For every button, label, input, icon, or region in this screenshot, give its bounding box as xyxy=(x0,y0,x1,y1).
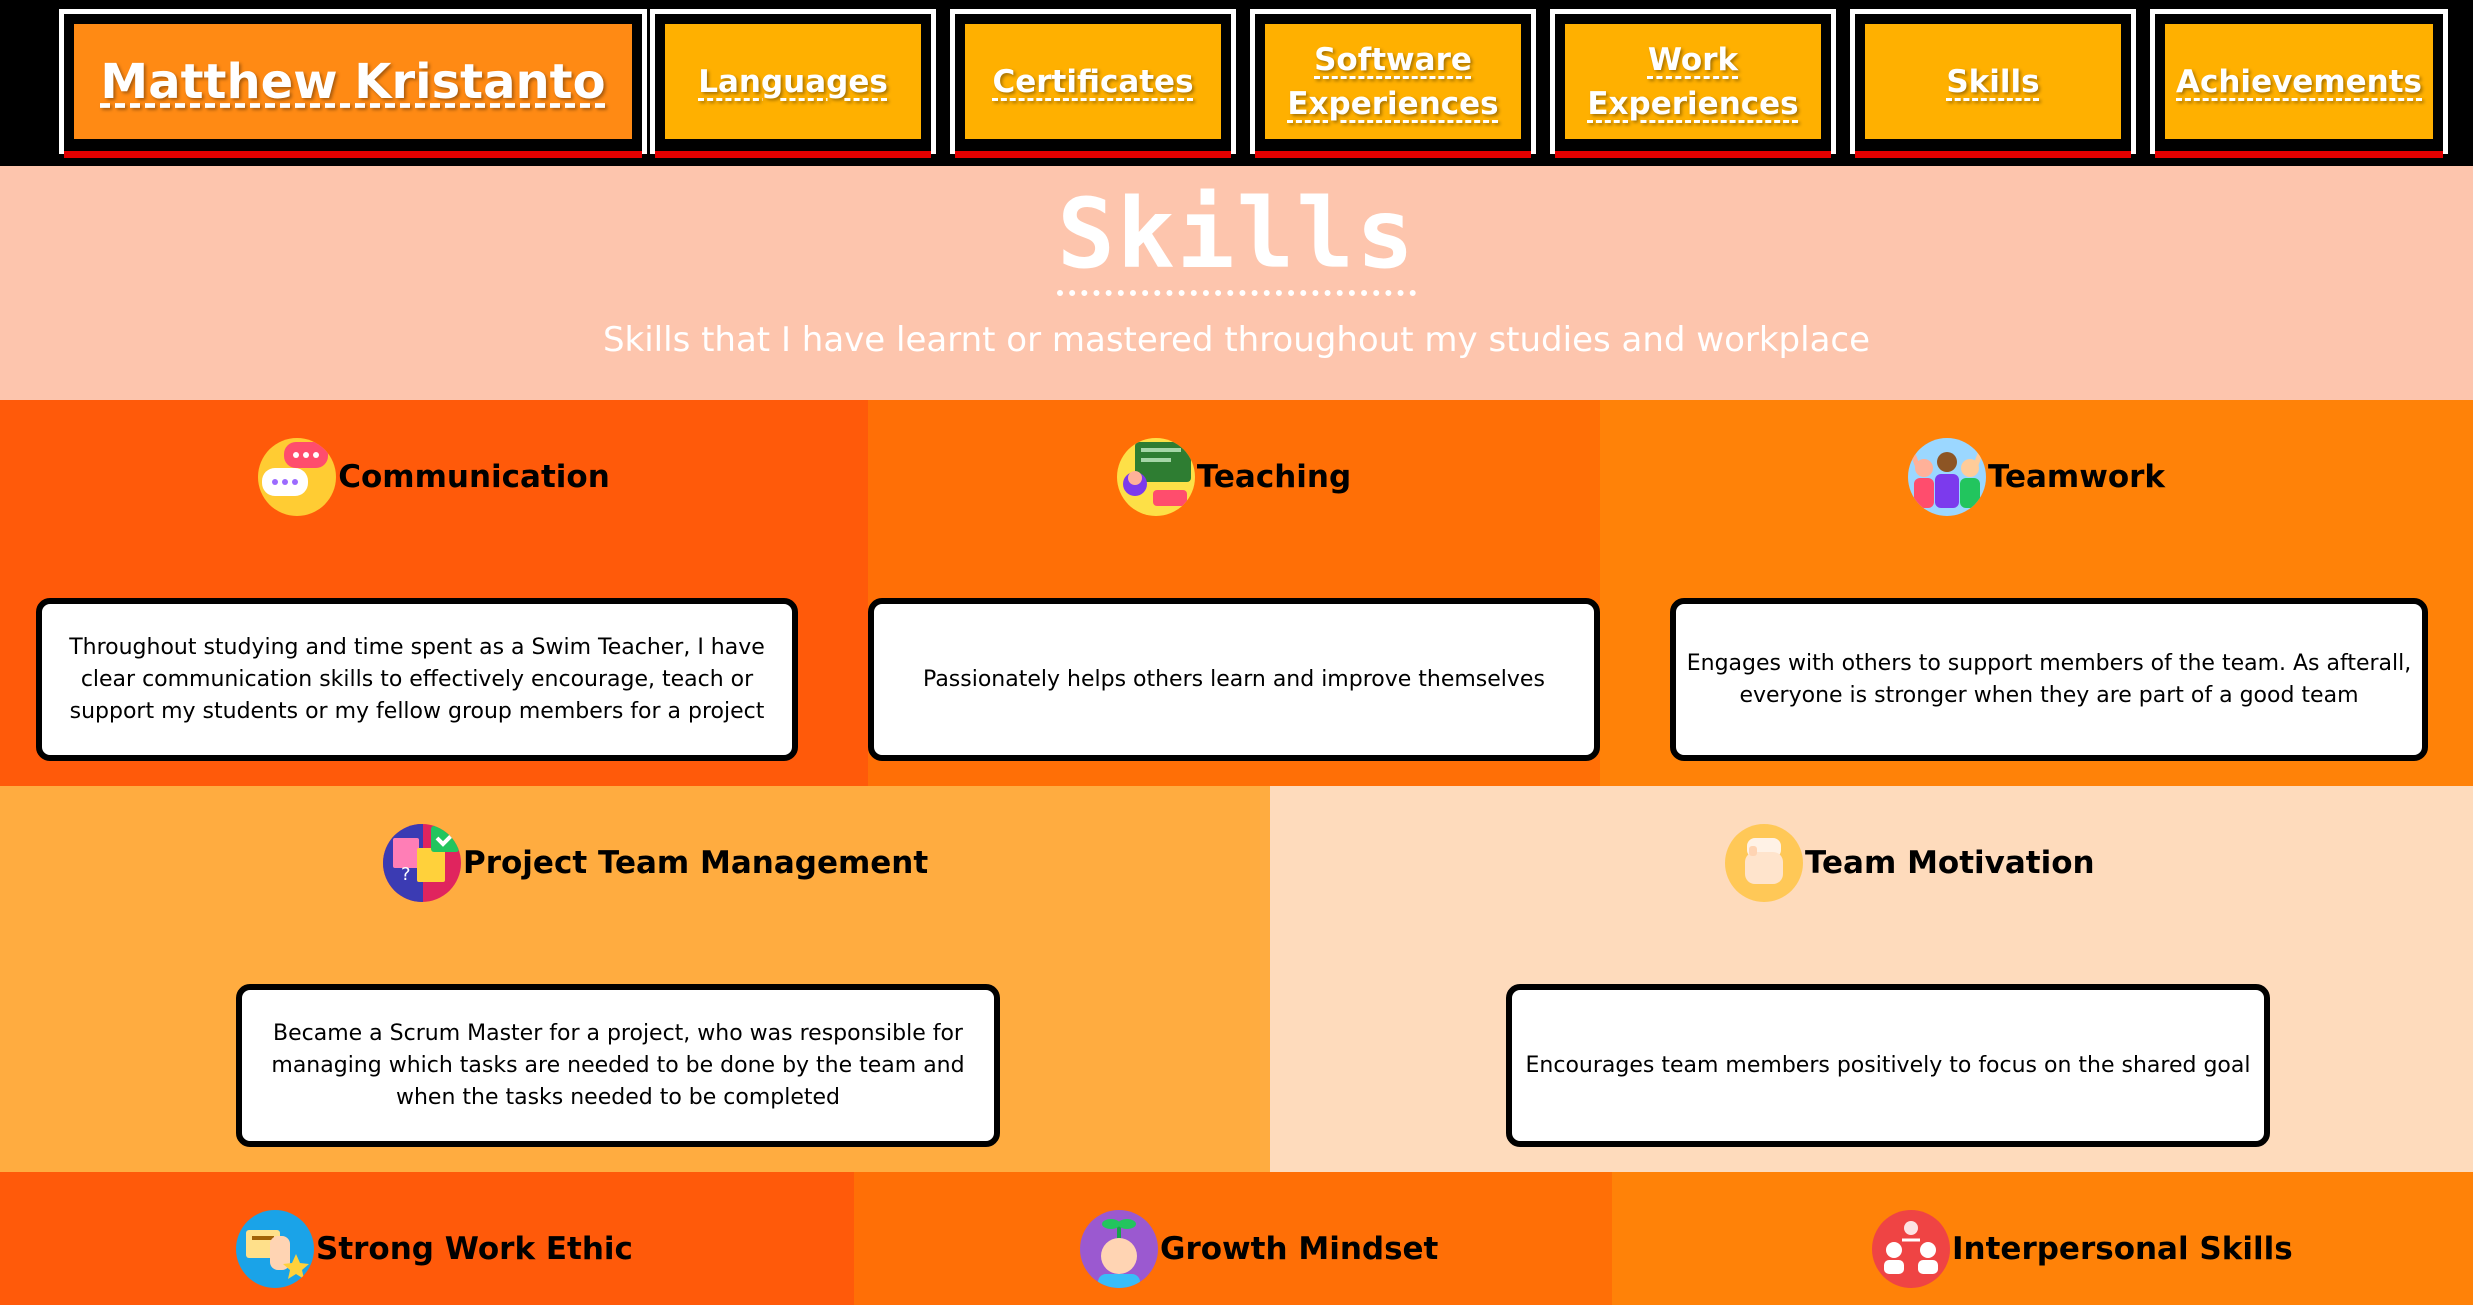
skill-title: Communication xyxy=(0,432,868,522)
page-header: Skills Skills that I have learnt or mast… xyxy=(0,166,2473,400)
nav-link-certificates[interactable]: Certificates xyxy=(960,19,1226,144)
svg-text:?: ? xyxy=(401,864,411,885)
skill-communication: Communication Throughout studying and ti… xyxy=(0,400,868,786)
team-people-icon xyxy=(1907,438,1986,516)
skill-name: Communication xyxy=(338,459,610,495)
skill-team-motivation: Team Motivation Encourages team members … xyxy=(1270,786,2473,1172)
top-navigation: Matthew Kristanto Languages Certificates… xyxy=(0,0,2473,166)
nav-underline xyxy=(1555,151,1831,158)
nav-item-languages: Languages xyxy=(650,9,936,158)
growing-mind-icon xyxy=(1080,1210,1158,1288)
skill-description-card: Encourages team members positively to fo… xyxy=(1506,984,2270,1147)
skill-teaching: Teaching Passionately helps others learn… xyxy=(868,400,1600,786)
skill-title: Team Motivation xyxy=(1270,818,2473,908)
skill-title: ? Project Team Management xyxy=(0,818,1270,908)
nav-underline xyxy=(1855,151,2131,158)
skill-description-card: Passionately helps others learn and impr… xyxy=(868,598,1600,761)
skill-strong-work-ethic: Strong Work Ethic xyxy=(0,1172,854,1305)
nav-item-work-experiences: Work Experiences xyxy=(1550,9,1836,158)
skill-description-card: Became a Scrum Master for a project, who… xyxy=(236,984,1000,1147)
skill-project-team-management: ? Project Team Management Became a Scrum… xyxy=(0,786,1270,1172)
nav-brand-box: Matthew Kristanto xyxy=(59,9,647,158)
nav-brand-link[interactable]: Matthew Kristanto xyxy=(69,19,637,144)
nav-underline xyxy=(655,151,931,158)
page-subtitle: Skills that I have learnt or mastered th… xyxy=(602,320,1871,360)
nav-link-achievements[interactable]: Achievements xyxy=(2160,19,2438,144)
skill-name: Interpersonal Skills xyxy=(1952,1231,2293,1267)
skill-title: Strong Work Ethic xyxy=(0,1204,854,1294)
nav-link-software-experiences[interactable]: Software Experiences xyxy=(1260,19,1526,144)
nav-link-skills[interactable]: Skills xyxy=(1860,19,2126,144)
skill-title: Teamwork xyxy=(1600,432,2473,522)
nav-underline xyxy=(1255,151,1531,158)
nav-item-achievements: Achievements xyxy=(2150,9,2448,158)
skill-interpersonal-skills: Interpersonal Skills xyxy=(1612,1172,2473,1305)
skill-title: Teaching xyxy=(868,432,1600,522)
nav-link-work-experiences[interactable]: Work Experiences xyxy=(1560,19,1826,144)
nav-underline xyxy=(2155,151,2443,158)
nav-underline xyxy=(955,151,1231,158)
nav-item-certificates: Certificates xyxy=(950,9,1236,158)
nav-link-languages[interactable]: Languages xyxy=(660,19,926,144)
hand-star-icon xyxy=(236,1210,314,1288)
skill-title: Interpersonal Skills xyxy=(1612,1204,2473,1294)
people-connect-icon xyxy=(1872,1210,1950,1288)
page-title: Skills xyxy=(0,178,2473,296)
skill-name: Strong Work Ethic xyxy=(316,1231,633,1267)
nav-item-software-experiences: Software Experiences xyxy=(1250,9,1536,158)
skill-name: Growth Mindset xyxy=(1160,1231,1439,1267)
chat-bubbles-icon xyxy=(258,438,337,516)
skill-name: Team Motivation xyxy=(1805,845,2095,881)
teacher-board-icon xyxy=(1116,438,1195,516)
nav-item-skills: Skills xyxy=(1850,9,2136,158)
skill-name: Teamwork xyxy=(1987,459,2166,495)
skill-description-card: Engages with others to support members o… xyxy=(1670,598,2428,761)
fist-icon xyxy=(1725,824,1803,902)
skill-growth-mindset: Growth Mindset xyxy=(854,1172,1612,1305)
skill-name: Teaching xyxy=(1196,459,1352,495)
skill-name: Project Team Management xyxy=(463,845,929,881)
nav-underline xyxy=(64,151,642,158)
skill-description-card: Throughout studying and time spent as a … xyxy=(36,598,798,761)
page-title-text: Skills xyxy=(1057,178,1416,296)
skill-teamwork: Teamwork Engages with others to support … xyxy=(1600,400,2473,786)
project-board-icon: ? xyxy=(383,824,461,902)
skill-title: Growth Mindset xyxy=(854,1204,1612,1294)
